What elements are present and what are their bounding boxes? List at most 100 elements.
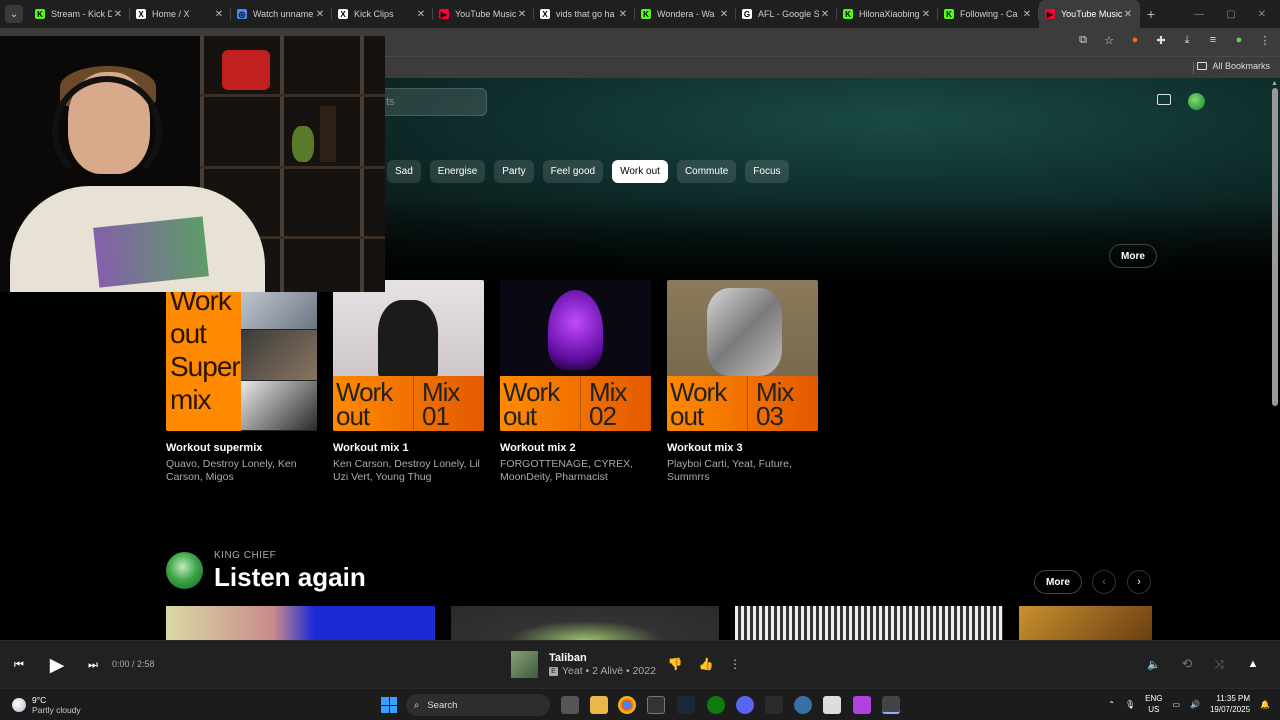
album-thumbnail[interactable] (1019, 606, 1152, 640)
browser-tab[interactable]: K HilonaXiaobing ✕ (837, 0, 938, 28)
album-thumbnail[interactable] (166, 606, 435, 640)
more-options-icon[interactable]: ⋮ (729, 657, 741, 671)
epic-games-icon[interactable] (765, 696, 783, 714)
tab-close-icon[interactable]: ✕ (516, 9, 528, 20)
speaker-icon[interactable]: 🔊 (1190, 700, 1200, 709)
mix-card[interactable]: Work out Mix 02 Workout mix 2 FORGOTTENA… (500, 280, 651, 484)
tab-close-icon[interactable]: ✕ (1021, 9, 1033, 20)
mix-card[interactable]: Work out Mix 01 Workout mix 1 Ken Carson… (333, 280, 484, 484)
account-avatar[interactable] (1188, 93, 1205, 110)
xbox-icon[interactable] (707, 696, 725, 714)
carousel-next-button[interactable]: › (1127, 570, 1151, 594)
language-indicator[interactable]: ENG US (1145, 693, 1162, 715)
chip-work-out[interactable]: Work out (612, 160, 668, 183)
chip-focus[interactable]: Focus (745, 160, 789, 183)
expand-player-icon[interactable]: ▲ (1246, 657, 1260, 671)
listen-again-more-button[interactable]: More (1034, 570, 1082, 594)
browser-tab[interactable]: Xvids that go ha ✕ (534, 0, 635, 28)
clock[interactable]: 11:35 PM 19/07/2025 (1210, 693, 1250, 715)
chip-party[interactable]: Party (494, 160, 534, 183)
next-track-icon[interactable]: ⏭ (86, 658, 100, 672)
tab-close-icon[interactable]: ✕ (819, 9, 831, 20)
shuffle-icon[interactable]: ⤨ (1211, 657, 1227, 671)
store-icon[interactable] (823, 696, 841, 714)
browser-tab[interactable]: K Following - Ca ✕ (938, 0, 1039, 28)
mix-thumbnail[interactable]: Work out Mix 03 (667, 280, 818, 431)
tab-search-icon[interactable]: ⌄ (5, 5, 23, 23)
chip-feel-good[interactable]: Feel good (542, 160, 604, 183)
tab-close-icon[interactable]: ✕ (617, 9, 629, 20)
mix-thumbnail[interactable]: Work out Mix 02 (500, 280, 651, 431)
browser-tab[interactable]: K Stream - Kick D ✕ (29, 0, 130, 28)
volume-icon[interactable]: 🔈 (1147, 657, 1161, 671)
mix-title[interactable]: Workout mix 3 (667, 442, 818, 454)
steam-icon[interactable] (677, 696, 695, 714)
start-menu-icon[interactable] (381, 697, 397, 713)
like-icon[interactable]: 👍 (699, 657, 714, 671)
tab-close-icon[interactable]: ✕ (920, 9, 932, 20)
profile-avatar-icon[interactable]: ● (1232, 33, 1246, 47)
repeat-icon[interactable]: ⟲ (1179, 656, 1195, 671)
minimize-icon[interactable]: — (1194, 9, 1204, 20)
tab-close-icon[interactable]: ✕ (415, 9, 427, 20)
mix-card[interactable]: Work out Mix 03 Workout mix 3 Playboi Ca… (667, 280, 818, 484)
bookmark-star-icon[interactable]: ☆ (1102, 33, 1116, 47)
extensions-icon[interactable]: ✚ (1154, 33, 1168, 47)
tab-close-icon[interactable]: ✕ (213, 9, 225, 20)
microphone-icon[interactable]: 🎙 (1125, 700, 1135, 709)
browser-tab[interactable]: X Home / X ✕ (130, 0, 231, 28)
album-thumbnail[interactable] (451, 606, 719, 640)
tab-close-icon[interactable]: ✕ (314, 9, 326, 20)
network-icon[interactable]: ▭ (1172, 700, 1180, 709)
weather-widget[interactable]: 9°C Partly cloudy (12, 695, 81, 715)
chrome-icon[interactable] (618, 696, 636, 714)
mix-title[interactable]: Workout mix 2 (500, 442, 651, 454)
search-input[interactable]: ts (375, 88, 487, 116)
tray-overflow-icon[interactable]: ⌃ (1108, 700, 1115, 709)
chip-commute[interactable]: Commute (676, 160, 737, 183)
tab-close-icon[interactable]: ✕ (718, 9, 730, 20)
carousel-prev-button[interactable]: ‹ (1092, 570, 1116, 594)
now-playing-art[interactable] (511, 651, 538, 678)
all-bookmarks-button[interactable]: All Bookmarks (1197, 61, 1270, 71)
new-tab-button[interactable]: + (1140, 6, 1162, 22)
mixes-more-button[interactable]: More (1109, 244, 1157, 268)
chip-sad[interactable]: Sad (387, 160, 421, 183)
task-view-icon[interactable] (561, 696, 579, 714)
browser-tab[interactable]: ▶ YouTube Music ✕ (433, 0, 534, 28)
mix-card[interactable]: Work out Super mix Workout supermix Quav… (166, 280, 317, 484)
cast-icon[interactable] (1157, 94, 1171, 105)
mix-thumbnail[interactable]: Work out Super mix (166, 280, 317, 431)
scroll-up-arrow[interactable]: ▲ (1271, 80, 1278, 87)
tab-close-icon[interactable]: ✕ (1122, 9, 1134, 20)
discord-icon[interactable] (736, 696, 754, 714)
browser-tab[interactable]: G AFL - Google S ✕ (736, 0, 837, 28)
taskbar-search[interactable]: ⌕ Search (406, 694, 550, 716)
browser-tab[interactable]: K Wondera - Wa ✕ (635, 0, 736, 28)
close-window-icon[interactable]: ✕ (1258, 9, 1266, 20)
media-control-icon[interactable]: ≡ (1206, 33, 1220, 47)
mix-title[interactable]: Workout mix 1 (333, 442, 484, 454)
dislike-icon[interactable]: 👎 (668, 657, 683, 671)
file-explorer-icon[interactable] (590, 696, 608, 714)
maximize-icon[interactable]: ▢ (1226, 9, 1235, 20)
album-thumbnail[interactable] (735, 606, 1003, 640)
notification-icon[interactable]: 🔔 (1260, 700, 1270, 709)
previous-track-icon[interactable]: ⏮ (12, 658, 26, 672)
install-app-icon[interactable]: ⧉ (1076, 33, 1090, 47)
app-icon[interactable] (853, 696, 871, 714)
browser-tab[interactable]: ◎ Watch unname ✕ (231, 0, 332, 28)
play-icon[interactable]: ▶ (46, 654, 68, 676)
page-scrollbar[interactable] (1272, 88, 1278, 406)
now-playing-artist-album[interactable]: Yeat • 2 Alivë • 2022 (562, 665, 656, 677)
download-icon[interactable]: ⤓ (1180, 33, 1194, 47)
browser-menu-icon[interactable]: ⋮ (1258, 33, 1272, 47)
active-app-icon[interactable] (882, 696, 900, 714)
browser-tab[interactable]: ▶ YouTube Music ✕ (1039, 0, 1140, 28)
obs-icon[interactable] (647, 696, 665, 714)
browser-tab[interactable]: X Kick Clips ✕ (332, 0, 433, 28)
extension-orange-icon[interactable]: ● (1128, 33, 1142, 47)
user-avatar[interactable] (166, 552, 203, 589)
mix-title[interactable]: Workout supermix (166, 442, 317, 454)
chip-energise[interactable]: Energise (429, 160, 486, 183)
